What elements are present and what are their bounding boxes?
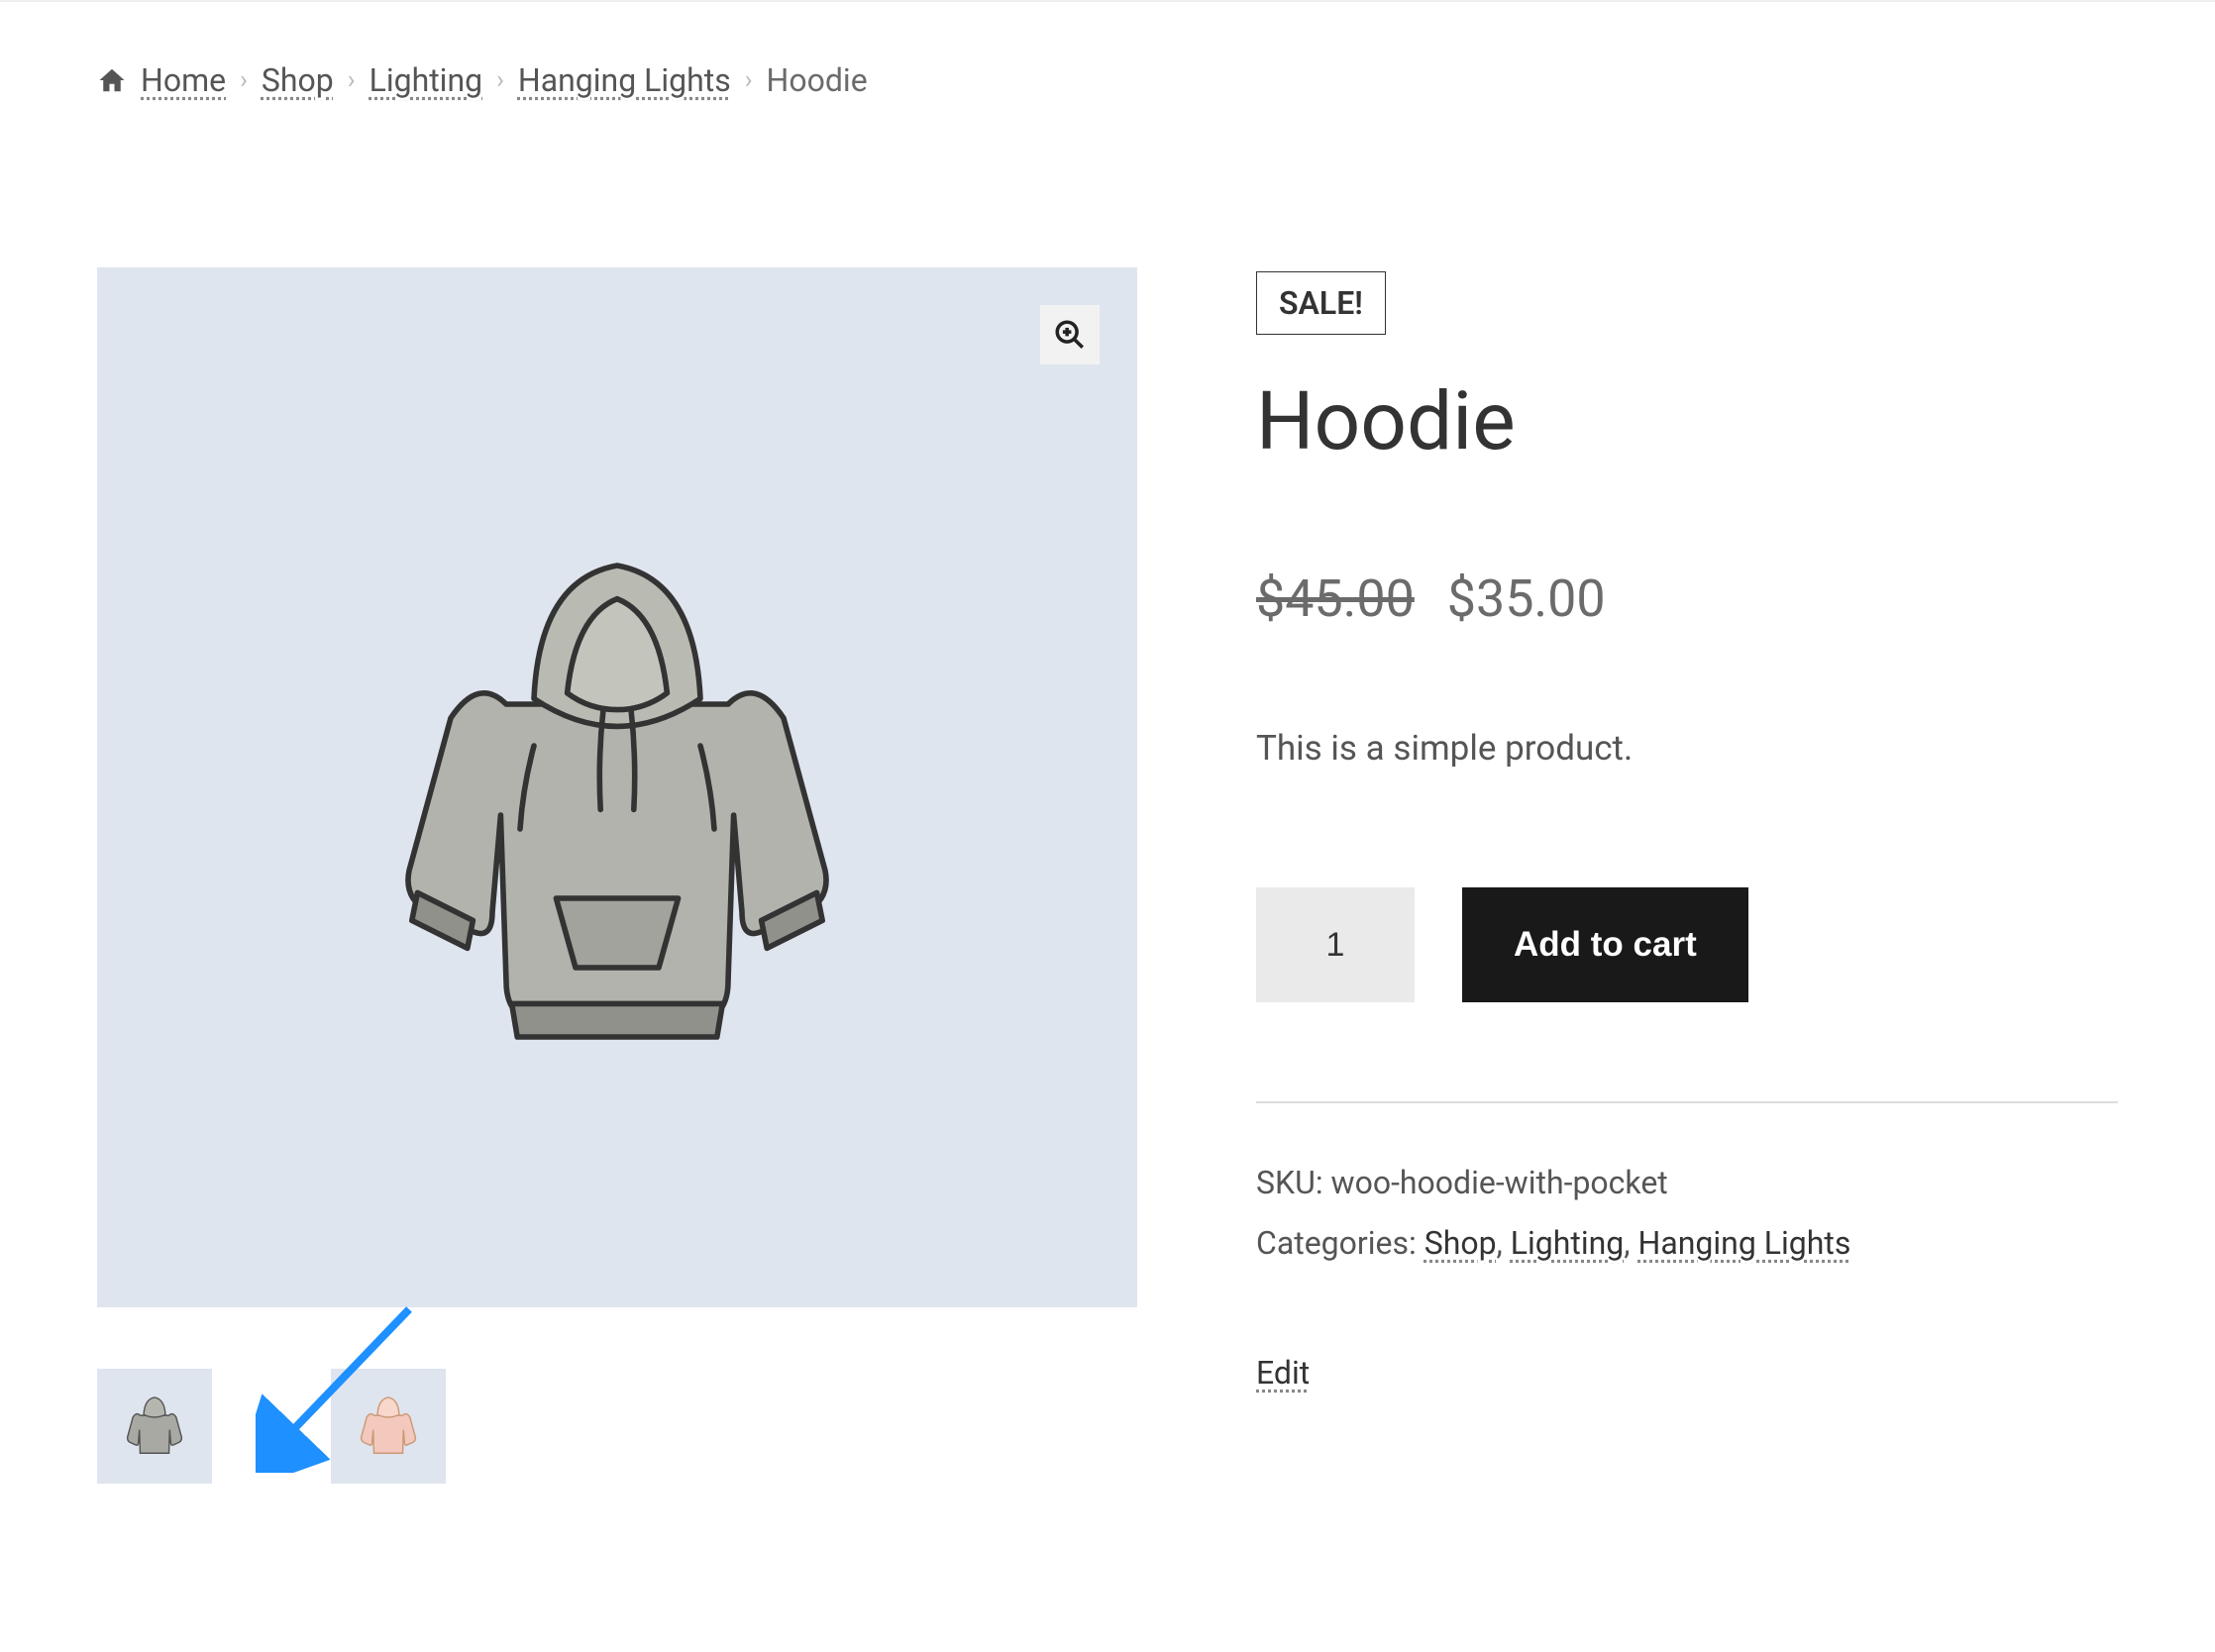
price-old: $45.00 bbox=[1256, 568, 1415, 629]
hoodie-thumb-pink-icon bbox=[351, 1387, 426, 1466]
sku-row: SKU: woo-hoodie-with-pocket bbox=[1256, 1153, 2118, 1213]
chevron-right-icon: › bbox=[240, 65, 248, 95]
breadcrumb-current: Hoodie bbox=[767, 61, 868, 99]
home-icon bbox=[97, 65, 127, 95]
hoodie-illustration bbox=[340, 480, 895, 1094]
main-product-image[interactable] bbox=[97, 267, 1137, 1307]
magnify-plus-icon bbox=[1053, 318, 1087, 352]
add-to-cart-button[interactable]: Add to cart bbox=[1462, 887, 1748, 1002]
chevron-right-icon: › bbox=[745, 65, 753, 95]
thumbnail-row bbox=[97, 1369, 1137, 1484]
zoom-button[interactable] bbox=[1040, 305, 1100, 364]
category-link-lighting[interactable]: Lighting bbox=[1511, 1224, 1625, 1262]
categories-row: Categories: Shop, Lighting, Hanging Ligh… bbox=[1256, 1213, 2118, 1274]
chevron-right-icon: › bbox=[348, 65, 356, 95]
quantity-input[interactable] bbox=[1256, 887, 1415, 1002]
product-price: $45.00 $35.00 bbox=[1256, 568, 2118, 629]
sku-value: woo-hoodie-with-pocket bbox=[1331, 1164, 1668, 1201]
thumbnail-2[interactable] bbox=[331, 1369, 446, 1484]
add-to-cart-row: Add to cart bbox=[1256, 887, 2118, 1002]
categories-label: Categories: bbox=[1256, 1224, 1424, 1262]
category-link-shop[interactable]: Shop bbox=[1424, 1224, 1497, 1262]
category-link-hanging-lights[interactable]: Hanging Lights bbox=[1638, 1224, 1851, 1262]
breadcrumb-hanging-lights[interactable]: Hanging Lights bbox=[518, 61, 731, 99]
product-meta: SKU: woo-hoodie-with-pocket Categories: … bbox=[1256, 1101, 2118, 1402]
breadcrumb-shop[interactable]: Shop bbox=[262, 61, 334, 99]
breadcrumb: Home › Shop › Lighting › Hanging Lights … bbox=[97, 61, 2118, 99]
hoodie-thumb-gray-icon bbox=[117, 1387, 192, 1466]
thumbnail-1[interactable] bbox=[97, 1369, 212, 1484]
product-title: Hoodie bbox=[1256, 374, 2118, 469]
sku-label: SKU: bbox=[1256, 1164, 1331, 1201]
sale-badge: SALE! bbox=[1256, 271, 1386, 335]
product-summary: SALE! Hoodie $45.00 $35.00 This is a sim… bbox=[1256, 267, 2118, 1484]
breadcrumb-lighting[interactable]: Lighting bbox=[369, 61, 483, 99]
breadcrumb-home[interactable]: Home bbox=[141, 61, 226, 99]
product-description: This is a simple product. bbox=[1256, 728, 2118, 769]
edit-link[interactable]: Edit bbox=[1256, 1343, 1310, 1403]
price-current: $35.00 bbox=[1447, 568, 1606, 629]
chevron-right-icon: › bbox=[496, 65, 504, 95]
product-container: SALE! Hoodie $45.00 $35.00 This is a sim… bbox=[97, 267, 2118, 1484]
product-gallery bbox=[97, 267, 1137, 1484]
